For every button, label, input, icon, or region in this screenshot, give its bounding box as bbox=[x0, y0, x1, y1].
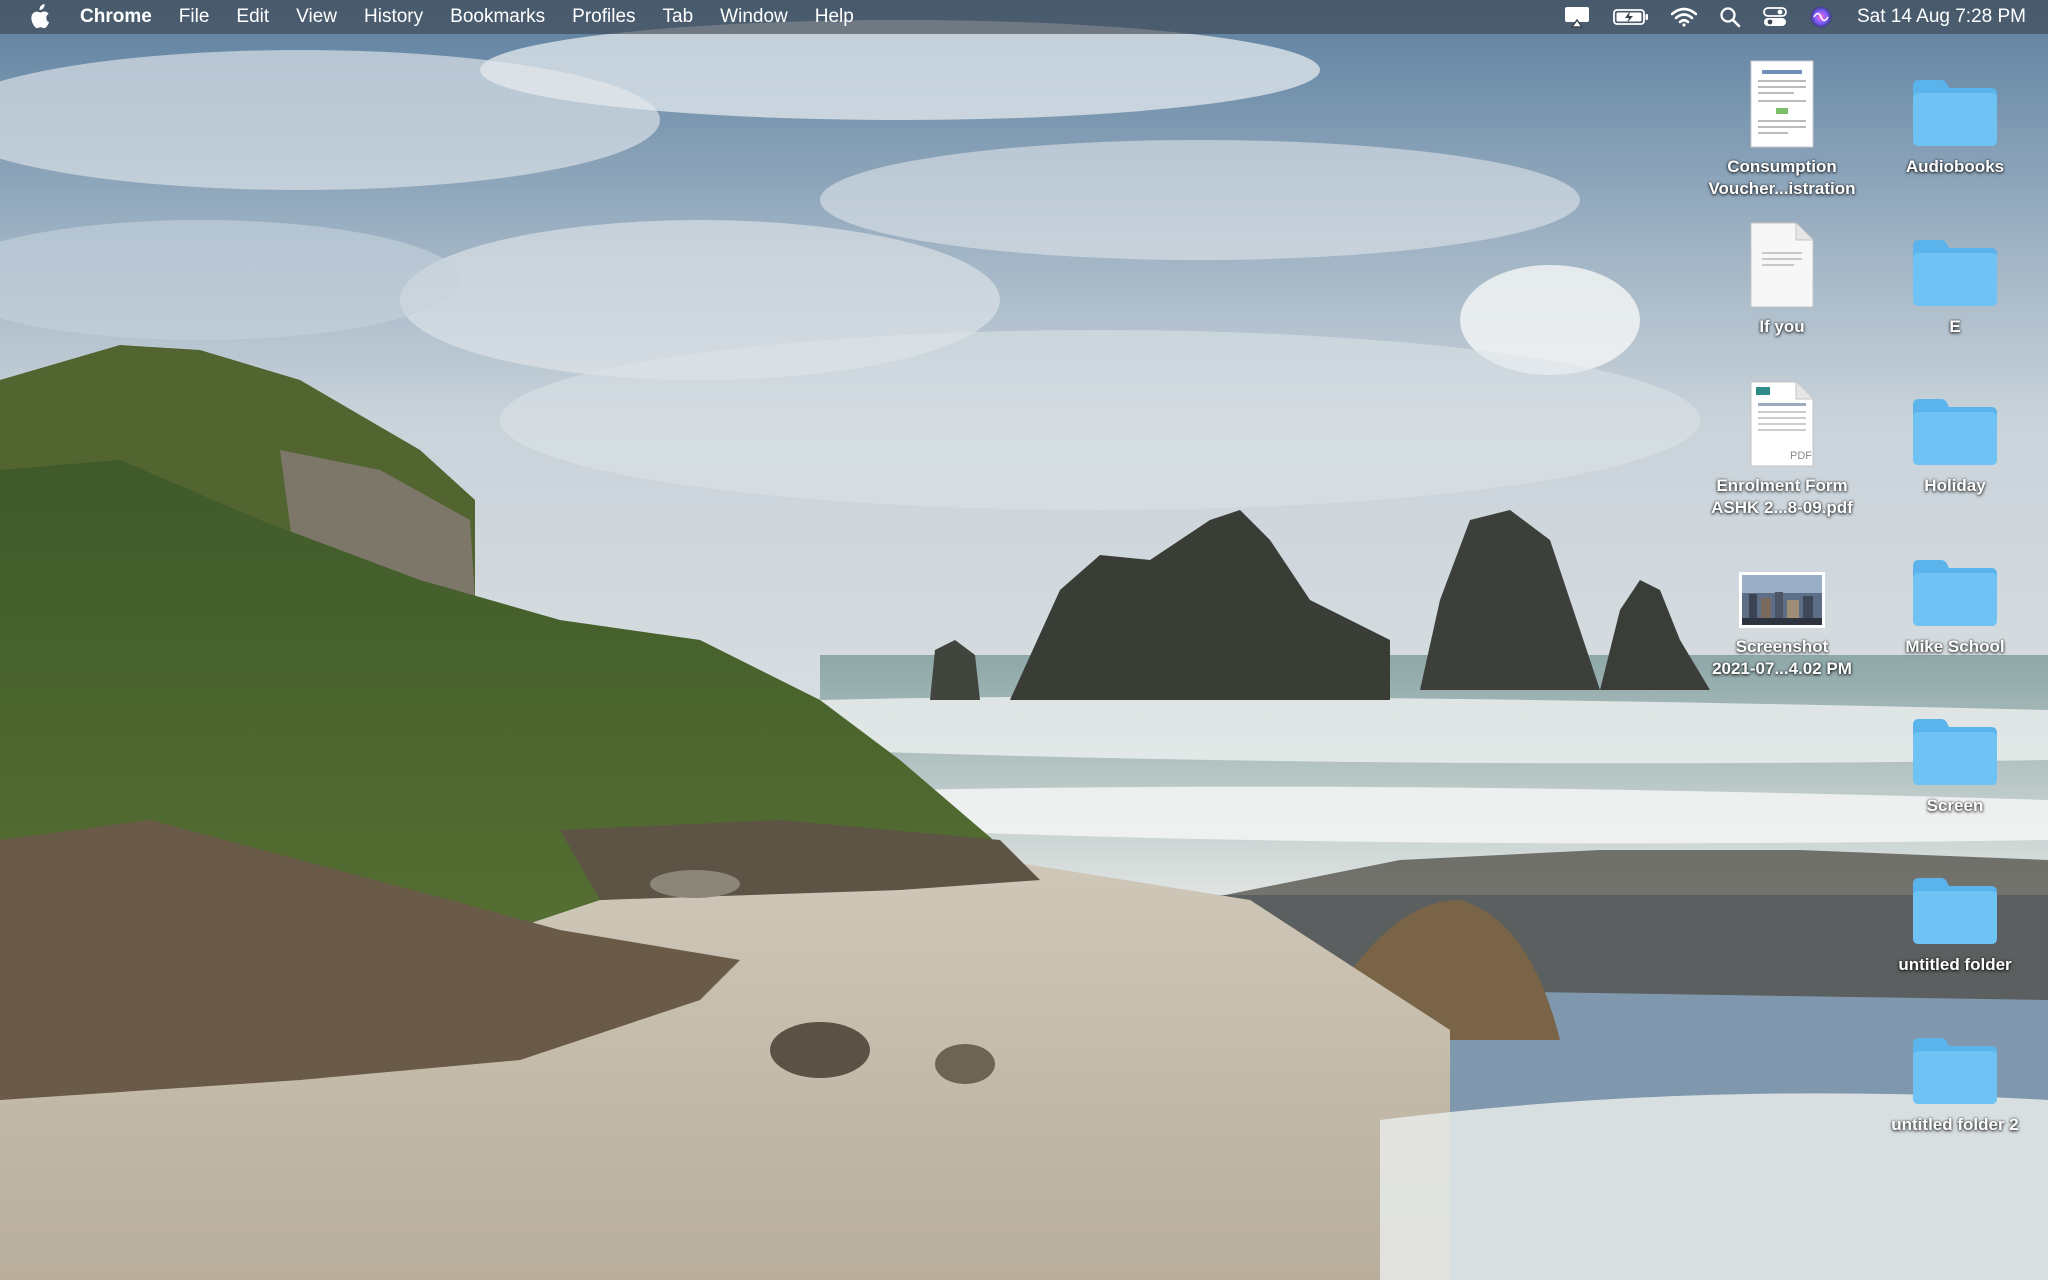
folder-icon bbox=[1905, 1006, 2005, 1106]
svg-text:PDF: PDF bbox=[1790, 450, 1812, 462]
desktop-file-enrolment-form-pdf[interactable]: PDF Enrolment Form ASHK 2...8-09.pdf bbox=[1694, 367, 1870, 519]
folder-icon bbox=[1905, 48, 2005, 148]
spotlight-search-icon[interactable] bbox=[1719, 0, 1741, 34]
desktop-folder-mike-school[interactable]: Mike School bbox=[1867, 528, 2043, 658]
folder-icon bbox=[1905, 367, 2005, 467]
desktop-folder-e[interactable]: E bbox=[1867, 208, 2043, 338]
desktop-folder-screen[interactable]: Screen bbox=[1867, 687, 2043, 817]
menu-history[interactable]: History bbox=[364, 0, 423, 34]
menu-help[interactable]: Help bbox=[815, 0, 854, 34]
menu-profiles[interactable]: Profiles bbox=[572, 0, 635, 34]
desktop-item-label: If you bbox=[1759, 317, 1805, 336]
pdf-document-icon: PDF bbox=[1732, 367, 1832, 467]
folder-icon bbox=[1905, 687, 2005, 787]
screen-mirroring-icon[interactable] bbox=[1563, 0, 1591, 34]
desktop-item-label: untitled folder 2 bbox=[1891, 1115, 2019, 1134]
desktop-file-screenshot[interactable]: Screenshot 2021-07...4.02 PM bbox=[1694, 528, 1870, 680]
menu-bar: Chrome File Edit View History Bookmarks … bbox=[0, 0, 2048, 34]
desktop-item-label: Screen bbox=[1926, 796, 1984, 815]
text-document-icon bbox=[1732, 208, 1832, 308]
menu-tab[interactable]: Tab bbox=[663, 0, 694, 34]
battery-charging-icon[interactable] bbox=[1613, 0, 1649, 34]
folder-icon bbox=[1905, 208, 2005, 308]
desktop-item-label: Mike School bbox=[1905, 637, 2005, 656]
menu-file[interactable]: File bbox=[179, 0, 210, 34]
desktop-item-label: Enrolment Form ASHK 2...8-09.pdf bbox=[1711, 476, 1853, 517]
menu-view[interactable]: View bbox=[296, 0, 337, 34]
wifi-icon[interactable] bbox=[1670, 0, 1697, 34]
menu-bar-status-area: Sat 14 Aug 7:28 PM bbox=[1541, 0, 2026, 34]
control-center-icon[interactable] bbox=[1763, 0, 1787, 34]
menu-bar-left: Chrome File Edit View History Bookmarks … bbox=[0, 0, 881, 34]
desktop-item-label: Audiobooks bbox=[1905, 157, 2005, 176]
menu-app-name[interactable]: Chrome bbox=[80, 0, 152, 34]
menu-bar-clock[interactable]: Sat 14 Aug 7:28 PM bbox=[1857, 6, 2026, 28]
desktop-item-label: E bbox=[1949, 317, 1961, 336]
desktop-item-label: Screenshot 2021-07...4.02 PM bbox=[1712, 637, 1852, 678]
desktop-file-if-you[interactable]: If you bbox=[1694, 208, 1870, 338]
document-thumbnail-icon bbox=[1732, 48, 1832, 148]
screenshot-thumbnail-icon bbox=[1732, 528, 1832, 628]
folder-icon bbox=[1905, 846, 2005, 946]
desktop-item-label: Consumption Voucher...istration bbox=[1708, 157, 1856, 198]
folder-icon bbox=[1905, 528, 2005, 628]
desktop-folder-holiday[interactable]: Holiday bbox=[1867, 367, 2043, 497]
desktop-item-label: Holiday bbox=[1924, 476, 1986, 495]
desktop-file-consumption-voucher[interactable]: Consumption Voucher...istration bbox=[1694, 48, 1870, 200]
apple-logo-icon[interactable] bbox=[28, 4, 54, 30]
siri-icon[interactable] bbox=[1809, 0, 1833, 34]
desktop-folder-untitled-folder-2[interactable]: untitled folder 2 bbox=[1867, 1006, 2043, 1136]
desktop-folder-audiobooks[interactable]: Audiobooks bbox=[1867, 48, 2043, 178]
desktop-folder-untitled-folder[interactable]: untitled folder bbox=[1867, 846, 2043, 976]
menu-edit[interactable]: Edit bbox=[236, 0, 269, 34]
desktop-item-label: untitled folder bbox=[1898, 955, 2012, 974]
menu-window[interactable]: Window bbox=[720, 0, 788, 34]
menu-bookmarks[interactable]: Bookmarks bbox=[450, 0, 545, 34]
